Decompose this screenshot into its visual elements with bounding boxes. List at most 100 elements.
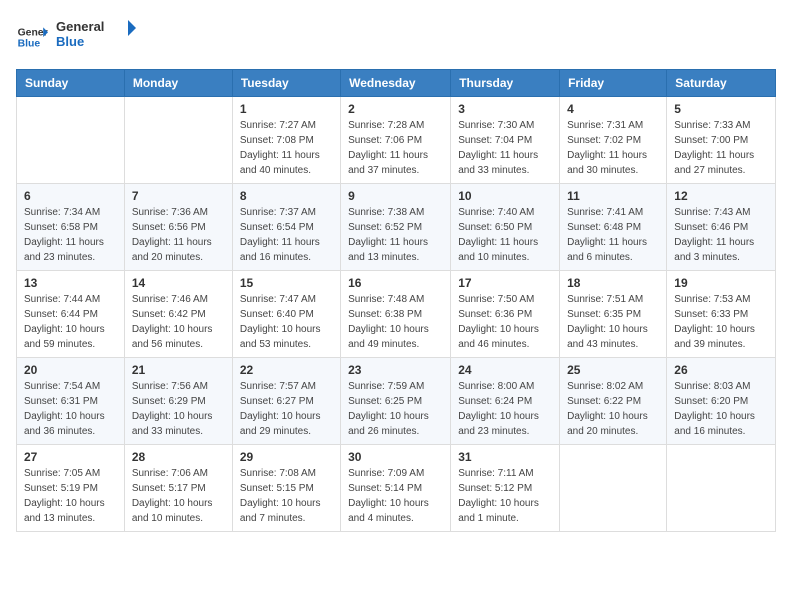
day-info: Sunrise: 7:27 AM Sunset: 7:08 PM Dayligh… [240, 118, 333, 178]
day-info: Sunrise: 7:56 AM Sunset: 6:29 PM Dayligh… [132, 379, 225, 439]
day-number: 31 [458, 450, 552, 464]
week-row-4: 20 Sunrise: 7:54 AM Sunset: 6:31 PM Dayli… [17, 358, 776, 445]
day-number: 11 [567, 189, 659, 203]
day-cell: 16 Sunrise: 7:48 AM Sunset: 6:38 PM Dayli… [341, 271, 451, 358]
day-cell: 8 Sunrise: 7:37 AM Sunset: 6:54 PM Daylig… [232, 184, 340, 271]
day-cell: 5 Sunrise: 7:33 AM Sunset: 7:00 PM Daylig… [667, 97, 776, 184]
day-info: Sunrise: 8:03 AM Sunset: 6:20 PM Dayligh… [674, 379, 768, 439]
day-info: Sunrise: 7:37 AM Sunset: 6:54 PM Dayligh… [240, 205, 333, 265]
day-cell: 21Sunrise: 7:56 AM Sunset: 6:29 PM Dayli… [124, 358, 232, 445]
svg-text:General: General [56, 19, 104, 34]
day-info: Sunrise: 7:48 AM Sunset: 6:38 PM Dayligh… [348, 292, 443, 352]
day-info: Sunrise: 7:30 AM Sunset: 7:04 PM Dayligh… [458, 118, 552, 178]
day-info: Sunrise: 7:36 AM Sunset: 6:56 PM Dayligh… [132, 205, 225, 265]
day-cell: 3 Sunrise: 7:30 AM Sunset: 7:04 PM Daylig… [451, 97, 560, 184]
day-number: 22 [240, 363, 333, 377]
day-cell: 25 Sunrise: 8:02 AM Sunset: 6:22 PM Dayli… [560, 358, 667, 445]
day-number: 4 [567, 102, 659, 116]
day-info: Sunrise: 7:06 AM Sunset: 5:17 PM Dayligh… [132, 466, 225, 526]
col-header-tuesday: Tuesday [232, 70, 340, 97]
page-header: General Blue General Blue [16, 16, 776, 57]
day-number: 30 [348, 450, 443, 464]
calendar-header-row: SundayMondayTuesdayWednesdayThursdayFrid… [17, 70, 776, 97]
day-number: 13 [24, 276, 117, 290]
day-info: Sunrise: 7:05 AM Sunset: 5:19 PM Dayligh… [24, 466, 117, 526]
day-number: 29 [240, 450, 333, 464]
svg-text:Blue: Blue [56, 34, 84, 49]
day-info: Sunrise: 7:11 AM Sunset: 5:12 PM Dayligh… [458, 466, 552, 526]
day-info: Sunrise: 7:57 AM Sunset: 6:27 PM Dayligh… [240, 379, 333, 439]
day-cell: 20 Sunrise: 7:54 AM Sunset: 6:31 PM Dayli… [17, 358, 125, 445]
day-info: Sunrise: 7:47 AM Sunset: 6:40 PM Dayligh… [240, 292, 333, 352]
day-cell: 29 Sunrise: 7:08 AM Sunset: 5:15 PM Dayli… [232, 445, 340, 532]
day-info: Sunrise: 7:31 AM Sunset: 7:02 PM Dayligh… [567, 118, 659, 178]
day-number: 5 [674, 102, 768, 116]
day-number: 20 [24, 363, 117, 377]
day-number: 2 [348, 102, 443, 116]
day-cell: 30 Sunrise: 7:09 AM Sunset: 5:14 PM Dayli… [341, 445, 451, 532]
logo-svg: General Blue [56, 16, 136, 52]
day-cell: 9Sunrise: 7:38 AM Sunset: 6:52 PM Daylig… [341, 184, 451, 271]
day-cell [17, 97, 125, 184]
col-header-monday: Monday [124, 70, 232, 97]
day-cell: 7 Sunrise: 7:36 AM Sunset: 6:56 PM Daylig… [124, 184, 232, 271]
col-header-wednesday: Wednesday [341, 70, 451, 97]
week-row-2: 6Sunrise: 7:34 AM Sunset: 6:58 PM Daylig… [17, 184, 776, 271]
week-row-5: 27 Sunrise: 7:05 AM Sunset: 5:19 PM Dayli… [17, 445, 776, 532]
day-cell [124, 97, 232, 184]
day-info: Sunrise: 7:50 AM Sunset: 6:36 PM Dayligh… [458, 292, 552, 352]
day-cell: 26 Sunrise: 8:03 AM Sunset: 6:20 PM Dayli… [667, 358, 776, 445]
day-info: Sunrise: 7:54 AM Sunset: 6:31 PM Dayligh… [24, 379, 117, 439]
calendar-table: SundayMondayTuesdayWednesdayThursdayFrid… [16, 69, 776, 532]
day-cell: 15Sunrise: 7:47 AM Sunset: 6:40 PM Dayli… [232, 271, 340, 358]
day-number: 7 [132, 189, 225, 203]
col-header-thursday: Thursday [451, 70, 560, 97]
day-cell: 2 Sunrise: 7:28 AM Sunset: 7:06 PM Daylig… [341, 97, 451, 184]
day-cell: 27 Sunrise: 7:05 AM Sunset: 5:19 PM Dayli… [17, 445, 125, 532]
week-row-1: 1Sunrise: 7:27 AM Sunset: 7:08 PM Daylig… [17, 97, 776, 184]
day-number: 9 [348, 189, 443, 203]
day-number: 12 [674, 189, 768, 203]
day-info: Sunrise: 7:59 AM Sunset: 6:25 PM Dayligh… [348, 379, 443, 439]
day-number: 6 [24, 189, 117, 203]
day-number: 17 [458, 276, 552, 290]
day-info: Sunrise: 7:28 AM Sunset: 7:06 PM Dayligh… [348, 118, 443, 178]
day-info: Sunrise: 7:33 AM Sunset: 7:00 PM Dayligh… [674, 118, 768, 178]
day-info: Sunrise: 7:46 AM Sunset: 6:42 PM Dayligh… [132, 292, 225, 352]
day-cell: 4 Sunrise: 7:31 AM Sunset: 7:02 PM Daylig… [560, 97, 667, 184]
day-cell: 17 Sunrise: 7:50 AM Sunset: 6:36 PM Dayli… [451, 271, 560, 358]
day-info: Sunrise: 7:53 AM Sunset: 6:33 PM Dayligh… [674, 292, 768, 352]
day-cell: 10Sunrise: 7:40 AM Sunset: 6:50 PM Dayli… [451, 184, 560, 271]
col-header-sunday: Sunday [17, 70, 125, 97]
logo: General Blue General Blue [16, 16, 136, 57]
day-cell [560, 445, 667, 532]
day-number: 28 [132, 450, 225, 464]
day-number: 26 [674, 363, 768, 377]
day-number: 18 [567, 276, 659, 290]
day-info: Sunrise: 8:02 AM Sunset: 6:22 PM Dayligh… [567, 379, 659, 439]
day-cell: 12 Sunrise: 7:43 AM Sunset: 6:46 PM Dayli… [667, 184, 776, 271]
day-cell: 18Sunrise: 7:51 AM Sunset: 6:35 PM Dayli… [560, 271, 667, 358]
day-number: 25 [567, 363, 659, 377]
day-cell: 19Sunrise: 7:53 AM Sunset: 6:33 PM Dayli… [667, 271, 776, 358]
col-header-saturday: Saturday [667, 70, 776, 97]
day-number: 23 [348, 363, 443, 377]
day-cell: 13Sunrise: 7:44 AM Sunset: 6:44 PM Dayli… [17, 271, 125, 358]
day-number: 3 [458, 102, 552, 116]
day-info: Sunrise: 7:08 AM Sunset: 5:15 PM Dayligh… [240, 466, 333, 526]
day-cell: 22 Sunrise: 7:57 AM Sunset: 6:27 PM Dayli… [232, 358, 340, 445]
day-info: Sunrise: 7:43 AM Sunset: 6:46 PM Dayligh… [674, 205, 768, 265]
day-info: Sunrise: 7:09 AM Sunset: 5:14 PM Dayligh… [348, 466, 443, 526]
day-cell: 28 Sunrise: 7:06 AM Sunset: 5:17 PM Dayli… [124, 445, 232, 532]
day-cell: 14 Sunrise: 7:46 AM Sunset: 6:42 PM Dayli… [124, 271, 232, 358]
day-number: 10 [458, 189, 552, 203]
day-number: 14 [132, 276, 225, 290]
day-number: 27 [24, 450, 117, 464]
day-cell [667, 445, 776, 532]
day-number: 24 [458, 363, 552, 377]
svg-text:Blue: Blue [18, 38, 41, 49]
day-info: Sunrise: 8:00 AM Sunset: 6:24 PM Dayligh… [458, 379, 552, 439]
day-info: Sunrise: 7:41 AM Sunset: 6:48 PM Dayligh… [567, 205, 659, 265]
day-number: 8 [240, 189, 333, 203]
day-number: 16 [348, 276, 443, 290]
